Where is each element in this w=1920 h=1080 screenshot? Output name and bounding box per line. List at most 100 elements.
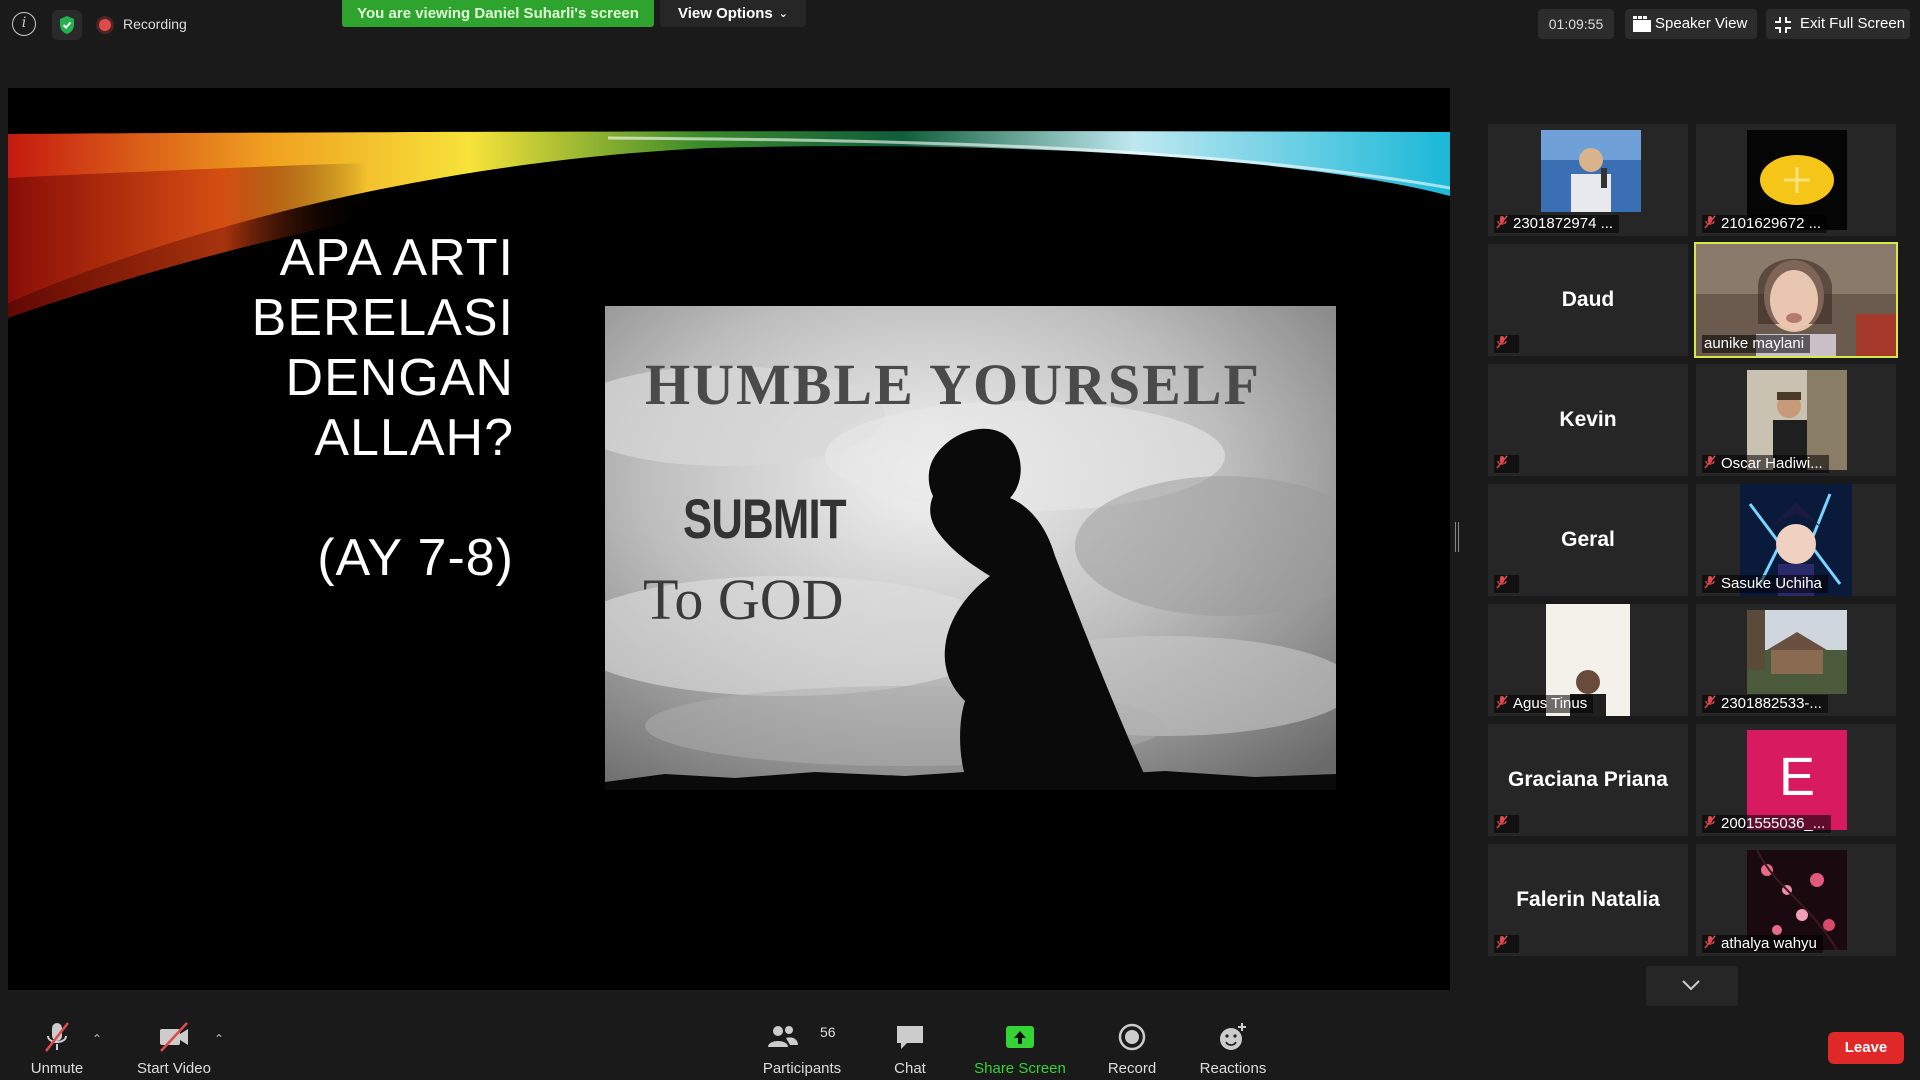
participant-tile[interactable]: Agus Tinus [1488,604,1688,716]
smiley-plus-icon [1198,1020,1268,1054]
shared-screen: APA ARTI BERELASI DENGAN ALLAH? (AY 7-8) [8,88,1450,990]
slide-image-caption: To GOD [643,567,844,632]
muted-microphone-icon [1704,935,1716,954]
resize-handle[interactable] [1455,522,1459,552]
participants-icon: 56 [758,1020,846,1054]
muted-microphone-icon [1496,695,1508,714]
record-label: Record [1107,1060,1157,1077]
participant-tile[interactable]: athalya wahyu [1696,844,1896,956]
participant-tile[interactable]: aunike maylani [1694,242,1898,358]
start-video-label: Start Video [137,1060,211,1077]
viewing-screen-banner: You are viewing Daniel Suharli's screen [342,0,654,27]
slide-image-caption: SUBMIT [683,487,847,550]
muted-microphone-icon [1704,695,1716,714]
chat-button[interactable]: Chat [888,1020,932,1077]
muted-microphone-icon [1496,575,1508,594]
reactions-button[interactable]: Reactions [1198,1020,1268,1077]
participant-tile[interactable]: 2301872974 ... [1488,124,1688,236]
participant-tile[interactable]: Geral [1488,484,1688,596]
gallery-scroll-down-button[interactable] [1646,966,1738,1006]
participant-name: 2301872974 ... [1513,215,1614,232]
video-off-icon [132,1020,216,1054]
participant-tile[interactable]: 2301882533-... [1696,604,1896,716]
encryption-shield-icon[interactable] [52,10,82,40]
speaker-view-button[interactable]: Speaker View [1625,9,1757,39]
participant-tile[interactable]: E 2001555036_... [1696,724,1896,836]
record-button[interactable]: Record [1104,1020,1160,1077]
participant-tile[interactable]: Kevin [1488,364,1688,476]
participants-label: Participants [762,1060,842,1077]
muted-microphone-icon [1704,575,1716,594]
meeting-toolbar: Unmute ⌃ Start Video ⌃ 56 Participants C… [0,1010,1920,1080]
participant-video [1747,610,1847,694]
view-options-button[interactable]: View Options ⌄ [660,0,806,27]
muted-microphone-icon [1704,215,1716,234]
participant-name-label: Oscar Hadiwi... [1702,455,1829,473]
slide-title-line: DENGAN [285,349,514,407]
share-screen-label: Share Screen [974,1060,1066,1077]
info-icon[interactable]: i [12,12,36,36]
participant-tile[interactable]: Sasuke Uchiha [1696,484,1896,596]
participant-tile[interactable]: Falerin Natalia [1488,844,1688,956]
speaker-view-label: Speaker View [1655,15,1748,32]
participant-name: aunike maylani [1704,335,1805,352]
participant-name-label [1494,455,1519,473]
muted-microphone-icon [1496,215,1508,234]
participant-tile[interactable]: Graciana Priana [1488,724,1688,836]
participant-name-label: 2001555036_... [1702,815,1832,833]
slide-title-line: ALLAH? [314,409,514,467]
participant-tile[interactable]: 2101629672 ... [1696,124,1896,236]
participant-name: athalya wahyu [1721,935,1817,952]
share-screen-icon [972,1020,1068,1054]
recording-label: Recording [123,16,187,32]
participant-name-label [1494,935,1519,953]
participant-name-label: athalya wahyu [1702,935,1823,953]
chevron-down-icon [1682,980,1700,991]
slide-image: HUMBLE YOURSELF SUBMIT To GOD [605,306,1336,790]
recording-indicator-icon [99,19,111,31]
chat-bubble-icon [888,1020,932,1054]
participant-name-label: Agus Tinus [1494,695,1594,714]
participant-name-label: Sasuke Uchiha [1702,575,1828,593]
participant-name: 2301882533-... [1721,695,1822,712]
slide-image-caption: HUMBLE YOURSELF [645,352,1261,417]
participant-name: Sasuke Uchiha [1721,575,1822,592]
audio-options-caret-icon[interactable]: ⌃ [92,1032,102,1046]
slide-title-line: APA ARTI [279,229,514,287]
participant-name-label: 2301882533-... [1702,695,1828,713]
slide-title-line: BERELASI [251,289,514,347]
exit-fullscreen-button[interactable]: Exit Full Screen [1766,9,1910,39]
unmute-button[interactable]: Unmute [24,1020,90,1077]
participant-tile[interactable]: Oscar Hadiwi... [1696,364,1896,476]
leave-button[interactable]: Leave [1828,1032,1904,1064]
meeting-timer: 01:09:55 [1538,9,1614,39]
chevron-down-icon: ⌄ [778,8,788,20]
muted-microphone-icon [1496,455,1508,474]
speaker-view-icon [1633,16,1651,32]
chat-label: Chat [894,1060,926,1077]
share-screen-button[interactable]: Share Screen [972,1020,1068,1077]
participant-name: 2101629672 ... [1721,215,1822,232]
slide-subtitle: (AY 7-8) [317,529,514,587]
participant-tile[interactable]: Daud [1488,244,1688,356]
reactions-label: Reactions [1199,1060,1267,1077]
participant-name: Oscar Hadiwi... [1721,455,1823,472]
exit-fullscreen-label: Exit Full Screen [1800,15,1906,32]
muted-microphone-icon [1496,335,1508,354]
participant-name: 2001555036_... [1721,815,1826,832]
exit-fullscreen-icon [1775,17,1791,33]
participant-name-label: aunike maylani [1702,335,1811,353]
participant-name-label: 2101629672 ... [1702,215,1828,234]
muted-microphone-icon [1496,935,1508,954]
participant-name-label [1494,575,1519,593]
unmute-label: Unmute [30,1060,84,1077]
record-icon [1104,1020,1160,1054]
participant-name-label: 2301872974 ... [1494,215,1620,234]
avatar-letter: E [1778,747,1816,807]
participants-button[interactable]: 56 Participants [758,1020,846,1077]
participant-name-label [1494,335,1519,353]
slide-title: APA ARTI BERELASI DENGAN ALLAH? [252,228,514,468]
start-video-button[interactable]: Start Video [132,1020,216,1077]
video-options-caret-icon[interactable]: ⌃ [214,1032,224,1046]
participant-name: Agus Tinus [1513,695,1588,712]
